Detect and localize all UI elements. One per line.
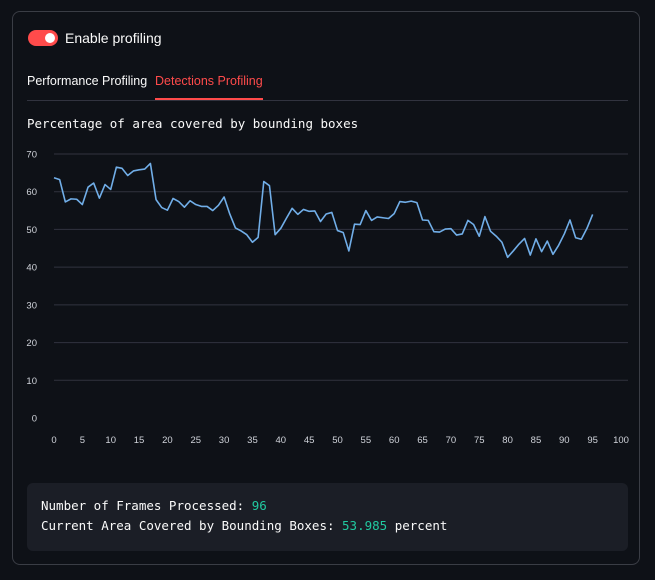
- x-tick-label: 90: [559, 435, 570, 446]
- area-covered-label: Current Area Covered by Bounding Boxes:: [41, 518, 335, 533]
- y-tick-label: 30: [26, 300, 37, 311]
- y-tick-label: 40: [26, 263, 37, 274]
- x-tick-label: 5: [80, 435, 85, 446]
- y-tick-label: 0: [32, 414, 37, 425]
- area-coverage-series-line[interactable]: [53, 162, 594, 259]
- x-axis-ticks: 0 5 10 15 20 25 30 35 40 45 50 55 60 65 70 75 80 85 90 95 10…: [51, 435, 629, 446]
- x-tick-label: 75: [474, 435, 485, 446]
- x-tick-label: 45: [304, 435, 315, 446]
- chart-gridlines: [54, 153, 628, 381]
- x-tick-label: 85: [531, 435, 542, 446]
- y-tick-label: 50: [26, 225, 37, 236]
- area-covered-unit: percent: [394, 518, 448, 533]
- frames-processed-label: Number of Frames Processed:: [41, 498, 245, 513]
- x-tick-label: 20: [162, 435, 173, 446]
- profiling-panel: Enable profiling Performance Profiling D…: [12, 11, 640, 565]
- x-tick-label: 80: [502, 435, 513, 446]
- profiling-stats-box: Number of Frames Processed: 96 Current A…: [27, 483, 628, 551]
- frames-processed-value: 96: [251, 498, 267, 513]
- x-tick-label: 30: [219, 435, 230, 446]
- x-tick-label: 100: [613, 435, 629, 446]
- x-tick-label: 70: [446, 435, 457, 446]
- area-coverage-line-chart[interactable]: 0 10 20 30 40 50 60 70 0 5 10 15 20 25 30 35 40 45 50 55 60…: [13, 12, 641, 462]
- x-tick-label: 95: [587, 435, 598, 446]
- x-tick-label: 35: [247, 435, 258, 446]
- x-tick-label: 10: [105, 435, 116, 446]
- x-tick-label: 0: [51, 435, 56, 446]
- y-axis-ticks: 0 10 20 30 40 50 60 70: [26, 150, 37, 425]
- x-tick-label: 40: [276, 435, 287, 446]
- y-tick-label: 10: [26, 376, 37, 387]
- x-tick-label: 25: [190, 435, 201, 446]
- y-tick-label: 20: [26, 338, 37, 349]
- x-tick-label: 55: [361, 435, 372, 446]
- x-tick-label: 60: [389, 435, 400, 446]
- x-tick-label: 15: [134, 435, 145, 446]
- x-tick-label: 50: [332, 435, 343, 446]
- y-tick-label: 60: [26, 187, 37, 198]
- y-tick-label: 70: [26, 150, 37, 161]
- area-covered-value: 53.985: [342, 518, 388, 533]
- x-tick-label: 65: [417, 435, 428, 446]
